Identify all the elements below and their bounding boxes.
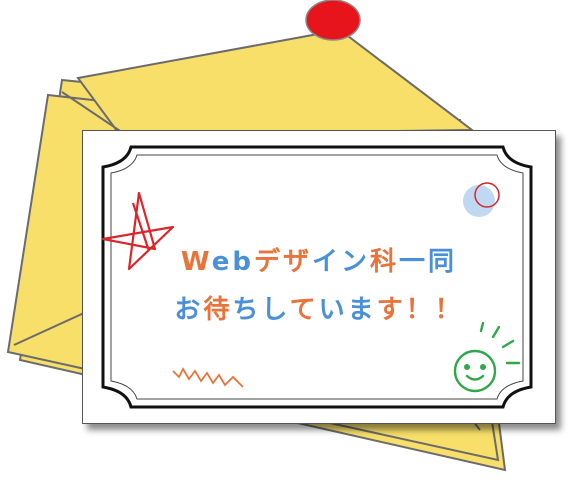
headline-char: ザ bbox=[282, 247, 312, 277]
headline-char: ！ bbox=[405, 295, 435, 325]
red-pin-icon bbox=[305, 0, 361, 41]
headline-char: イ bbox=[311, 247, 341, 277]
dot-circle-icon bbox=[463, 182, 500, 217]
headline-char: ち bbox=[232, 295, 262, 325]
headline-char: い bbox=[318, 295, 348, 325]
headline-char: ン bbox=[341, 247, 371, 277]
headline-char: お bbox=[174, 295, 204, 325]
headline-char: し bbox=[261, 295, 290, 325]
invitation-scene: Webデザイン科一同 お待ちしています！！ bbox=[0, 0, 586, 480]
invitation-card: Webデザイン科一同 お待ちしています！！ bbox=[82, 130, 556, 424]
headline-line-1: Webデザイン科一同 bbox=[83, 241, 555, 278]
headline-char: 科 bbox=[370, 247, 400, 277]
headline-char: て bbox=[289, 295, 319, 325]
headline-char: ！ bbox=[434, 295, 464, 325]
headline-char: 一 bbox=[399, 247, 429, 277]
smiley-sun-icon bbox=[453, 321, 521, 393]
headline-char: ま bbox=[347, 295, 377, 325]
envelope-flap bbox=[76, 28, 475, 137]
headline-char: W bbox=[180, 247, 212, 277]
headline-char: す bbox=[376, 295, 406, 325]
headline-char: デ bbox=[253, 247, 283, 277]
headline-line-2: お待ちしています！！ bbox=[83, 289, 555, 326]
headline-char: 待 bbox=[203, 295, 233, 325]
headline-char: 同 bbox=[428, 247, 458, 277]
headline-char: b bbox=[232, 247, 254, 277]
headline-char: e bbox=[211, 247, 233, 277]
zigzag-doodle-icon bbox=[172, 367, 244, 388]
